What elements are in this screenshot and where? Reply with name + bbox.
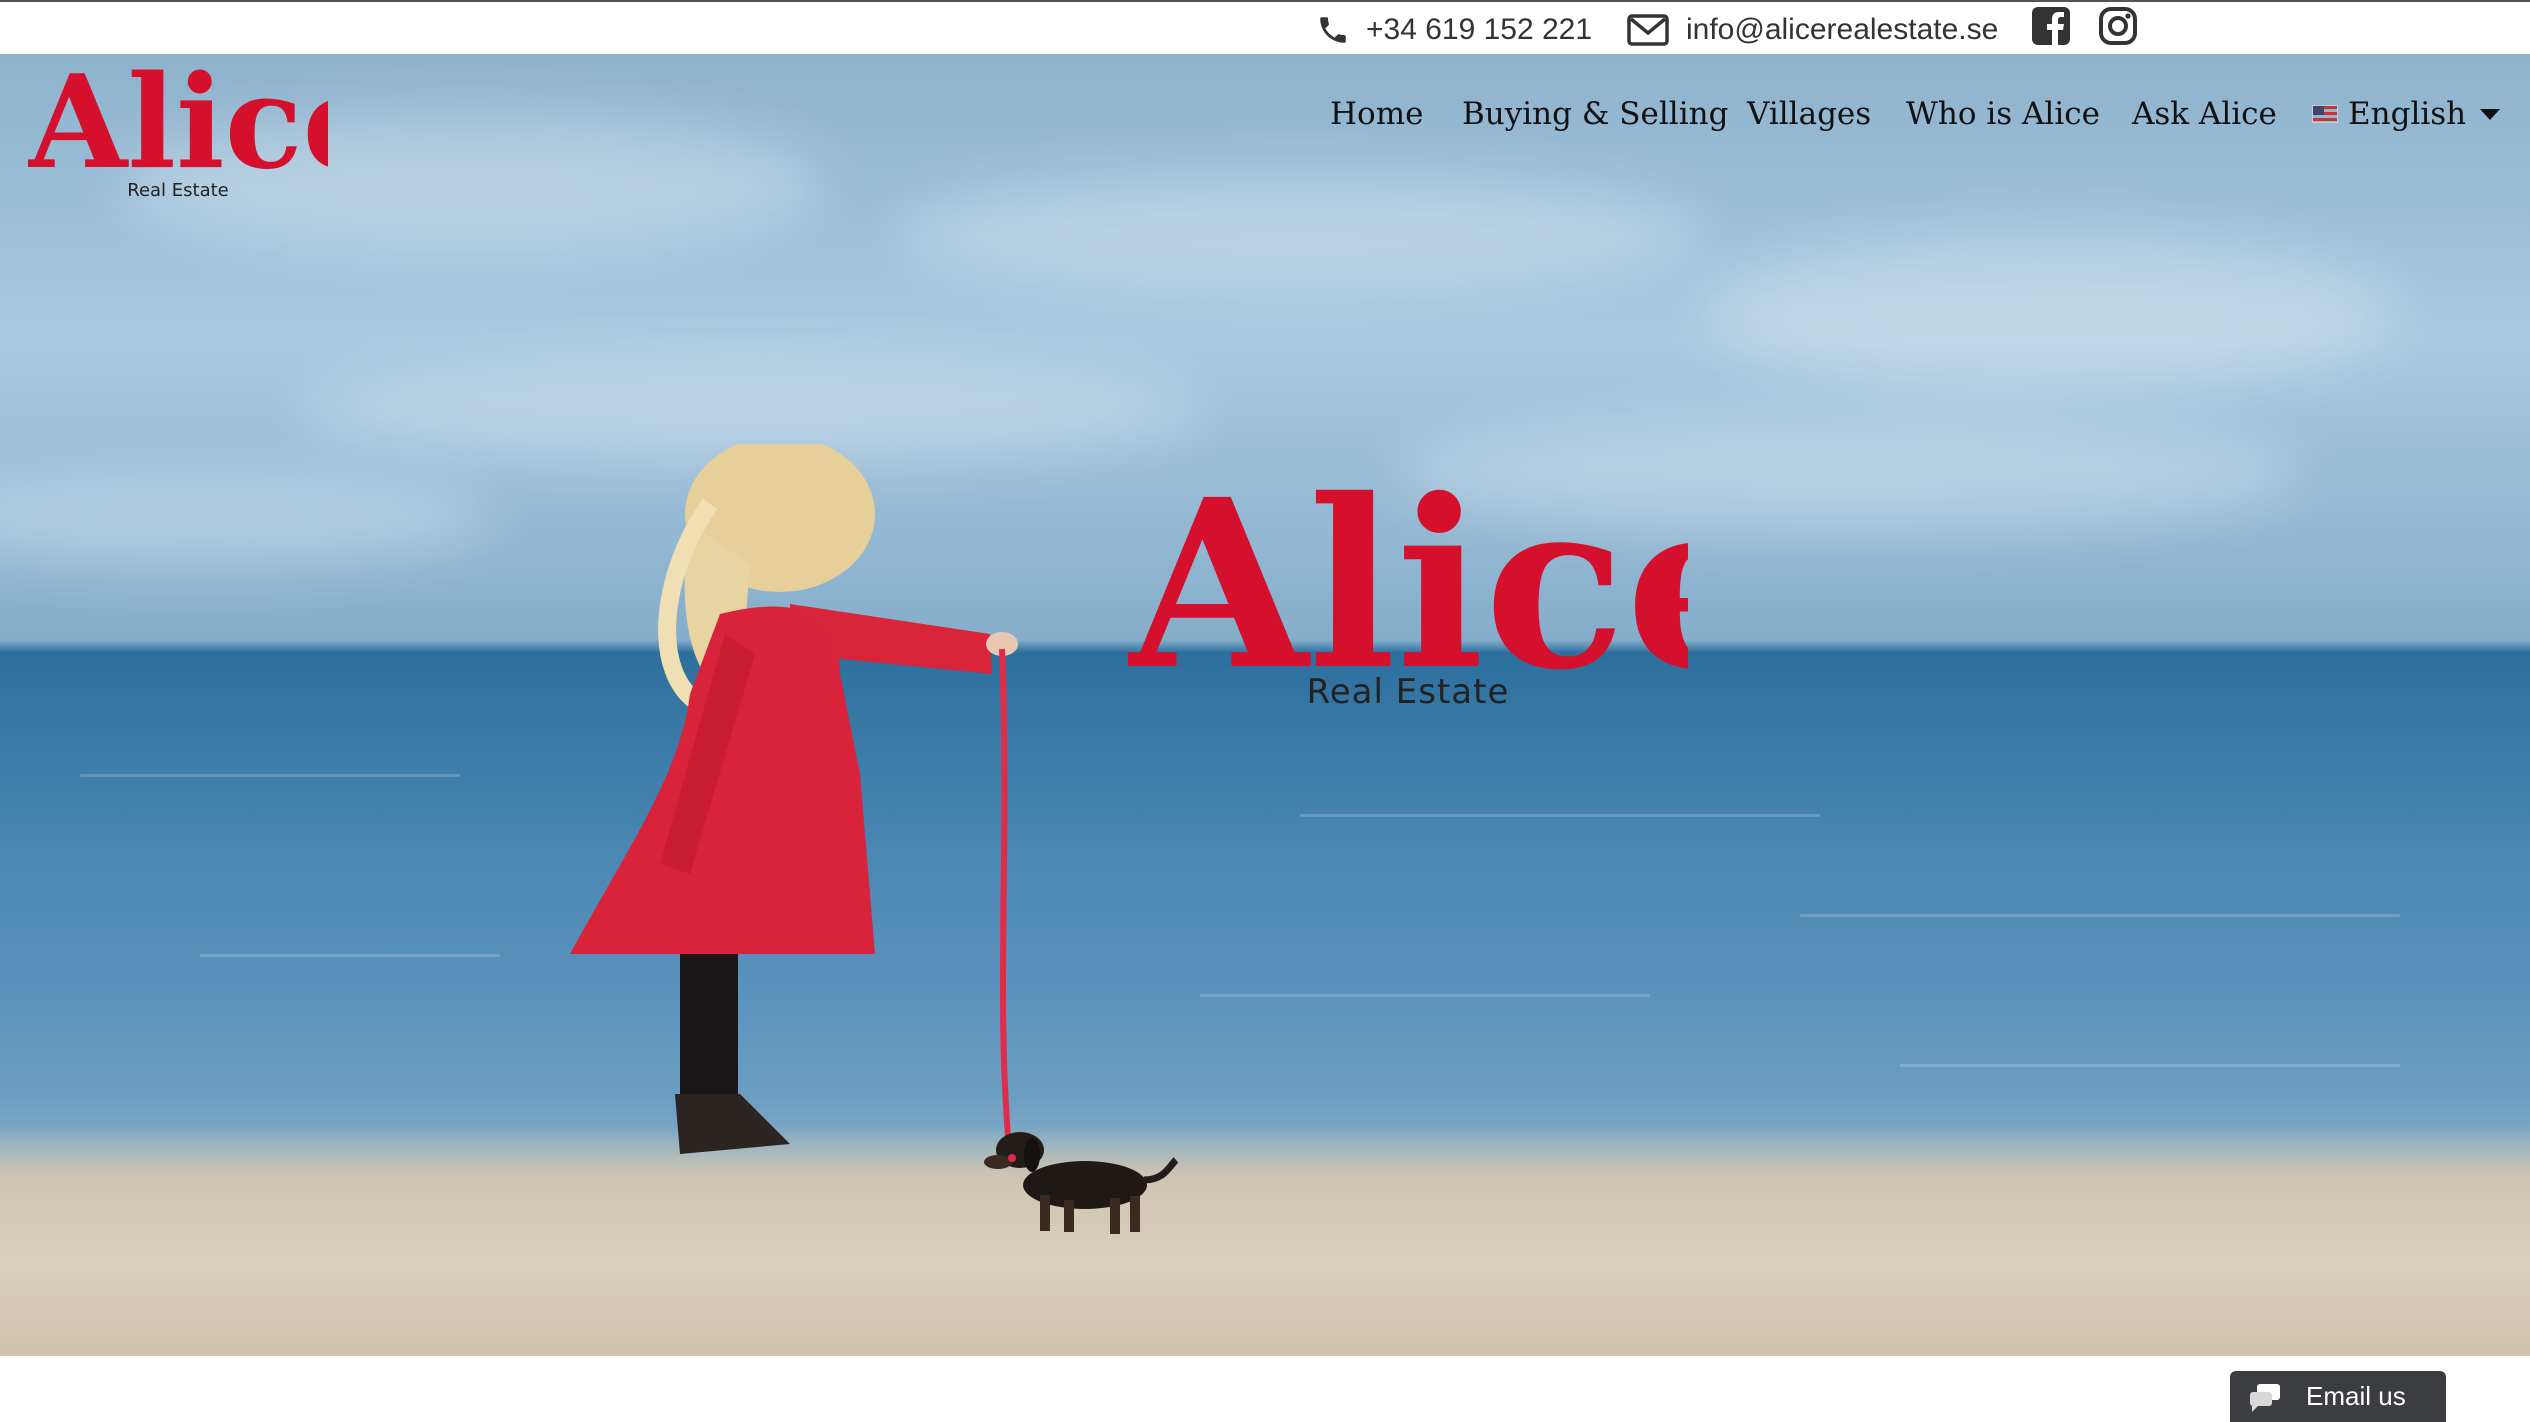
- logo-tagline: Real Estate: [127, 180, 229, 201]
- top-contact-bar: +34 619 152 221 info@alicerealestate.se: [0, 0, 2530, 54]
- facebook-icon[interactable]: [2031, 6, 2071, 46]
- phone-icon: [1320, 17, 1346, 43]
- nav-buying-selling[interactable]: Buying & Selling: [1462, 96, 1728, 132]
- email-us-button[interactable]: Email us: [2230, 1371, 2446, 1422]
- rocky-shore: [0, 1126, 2530, 1356]
- logo-wordmark: Alice: [28, 62, 328, 182]
- phone-number: +34 619 152 221: [1366, 13, 1593, 46]
- us-flag-icon: [2312, 105, 2338, 123]
- hero-banner: Alice Real Estate Home Buying & Selling …: [0, 54, 2530, 1356]
- hero-logo-tagline: Real Estate: [1306, 672, 1510, 712]
- instagram-icon[interactable]: [2098, 6, 2138, 46]
- chat-bubbles-icon: [2250, 1383, 2280, 1412]
- email-address: info@alicerealestate.se: [1686, 13, 1999, 46]
- nav-villages[interactable]: Villages: [1747, 96, 1871, 132]
- phone-contact[interactable]: +34 619 152 221: [1316, 10, 1592, 50]
- envelope-icon: [1627, 14, 1669, 46]
- language-selector[interactable]: English: [2312, 96, 2501, 132]
- language-label: English: [2348, 96, 2467, 132]
- nav-ask-alice[interactable]: Ask Alice: [2132, 96, 2277, 132]
- nav-home[interactable]: Home: [1330, 96, 1423, 132]
- email-us-label: Email us: [2306, 1381, 2406, 1411]
- hero-logo: Alice: [1128, 454, 1688, 721]
- email-contact[interactable]: info@alicerealestate.se: [1626, 10, 1998, 50]
- site-logo[interactable]: Alice Real Estate: [27, 54, 384, 212]
- chevron-down-icon: [2480, 108, 2501, 120]
- dachshund-illustration: [984, 1132, 1179, 1234]
- nav-who-is-alice[interactable]: Who is Alice: [1906, 96, 2100, 132]
